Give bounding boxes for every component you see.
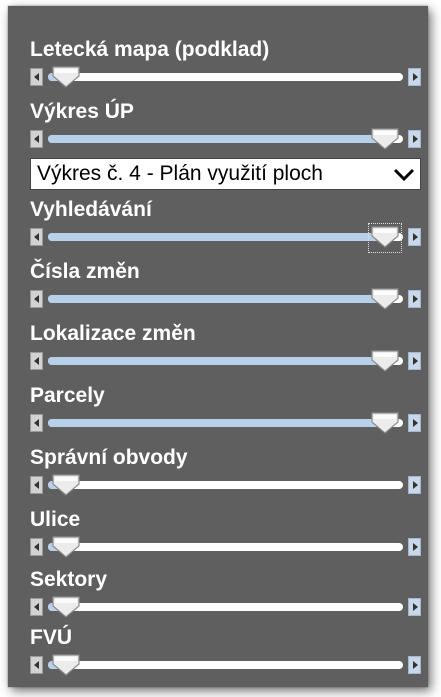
arrow-left-icon [34,233,39,241]
arrow-right-icon [413,661,418,669]
slider-decrease-button[interactable] [30,228,43,246]
opacity-slider[interactable] [30,66,421,88]
drawing-select[interactable]: Výkres č. 4 - Plán využití ploch [30,158,421,190]
arrow-left-icon [34,481,39,489]
layer-drawing-up: Výkres ÚP [8,100,428,162]
arrow-left-icon [34,661,39,669]
slider-increase-button[interactable] [408,130,421,148]
slider-thumb[interactable] [51,653,81,677]
layer-aerial-map: Letecká mapa (podklad) [8,38,428,100]
arrow-left-icon [34,419,39,427]
opacity-slider[interactable] [30,412,421,434]
arrow-right-icon [413,135,418,143]
slider-increase-button[interactable] [408,68,421,86]
opacity-slider[interactable] [30,223,421,253]
layer-label: FVÚ [30,626,72,649]
arrow-right-icon [413,233,418,241]
slider-decrease-button[interactable] [30,68,43,86]
opacity-slider[interactable] [30,536,421,558]
opacity-slider[interactable] [30,288,421,310]
arrow-left-icon [34,135,39,143]
layer-change-numbers: Čísla změn [8,260,428,322]
layer-label: Čísla změn [30,260,140,283]
arrow-right-icon [413,543,418,551]
slider-increase-button[interactable] [408,290,421,308]
layer-search: Vyhledávání [8,198,428,260]
arrow-left-icon [34,295,39,303]
slider-fill [48,419,386,427]
slider-decrease-button[interactable] [30,130,43,148]
slider-track[interactable] [48,596,403,618]
layer-fvu: FVÚ [8,626,428,688]
slider-thumb[interactable] [368,223,403,253]
arrow-right-icon [413,295,418,303]
arrow-left-icon [34,357,39,365]
drawing-select-value: Výkres č. 4 - Plán využití ploch [37,162,323,185]
slider-thumb[interactable] [51,65,81,89]
slider-decrease-button[interactable] [30,290,43,308]
slider-thumb[interactable] [51,473,81,497]
slider-decrease-button[interactable] [30,414,43,432]
opacity-slider[interactable] [30,128,421,150]
slider-increase-button[interactable] [408,598,421,616]
layer-sectors: Sektory [8,568,428,630]
slider-increase-button[interactable] [408,538,421,556]
layer-label: Správní obvody [30,446,188,469]
slider-increase-button[interactable] [408,414,421,432]
arrow-right-icon [413,419,418,427]
opacity-slider[interactable] [30,654,421,676]
slider-fill [48,233,386,241]
arrow-right-icon [413,73,418,81]
layer-label: Ulice [30,508,81,531]
arrow-right-icon [413,481,418,489]
slider-track[interactable] [48,350,403,372]
opacity-slider[interactable] [30,350,421,372]
slider-fill [48,357,386,365]
arrow-right-icon [413,603,418,611]
slider-decrease-button[interactable] [30,598,43,616]
slider-increase-button[interactable] [408,656,421,674]
slider-track[interactable] [48,288,403,310]
slider-increase-button[interactable] [408,352,421,370]
slider-thumb[interactable] [370,349,400,373]
slider-thumb[interactable] [370,411,400,435]
layer-parcels: Parcely [8,384,428,446]
layer-label: Výkres ÚP [30,100,134,123]
layer-label: Lokalizace změn [30,322,196,345]
slider-increase-button[interactable] [408,476,421,494]
slider-track[interactable] [48,223,403,253]
chevron-down-icon [393,168,415,182]
slider-fill [48,135,386,143]
slider-increase-button[interactable] [408,228,421,246]
slider-fill [48,295,386,303]
slider-thumb[interactable] [370,287,400,311]
slider-thumb[interactable] [51,535,81,559]
slider-track[interactable] [48,474,403,496]
layer-streets: Ulice [8,508,428,570]
slider-decrease-button[interactable] [30,656,43,674]
slider-decrease-button[interactable] [30,476,43,494]
arrow-left-icon [34,543,39,551]
arrow-left-icon [34,603,39,611]
layers-panel: Letecká mapa (podklad) Výkres ÚP Výkres … [8,6,428,687]
arrow-right-icon [413,357,418,365]
layer-label: Sektory [30,568,108,591]
opacity-slider[interactable] [30,596,421,618]
layer-label: Parcely [30,384,105,407]
layer-admin-districts: Správní obvody [8,446,428,508]
slider-track[interactable] [48,654,403,676]
slider-track[interactable] [48,66,403,88]
layer-change-localization: Lokalizace změn [8,322,428,384]
arrow-left-icon [34,73,39,81]
slider-decrease-button[interactable] [30,538,43,556]
opacity-slider[interactable] [30,474,421,496]
layer-label: Letecká mapa (podklad) [30,38,270,61]
slider-thumb[interactable] [370,127,400,151]
slider-track[interactable] [48,412,403,434]
slider-track[interactable] [48,128,403,150]
layer-label: Vyhledávání [30,198,152,221]
slider-track[interactable] [48,536,403,558]
slider-decrease-button[interactable] [30,352,43,370]
slider-thumb[interactable] [51,595,81,619]
